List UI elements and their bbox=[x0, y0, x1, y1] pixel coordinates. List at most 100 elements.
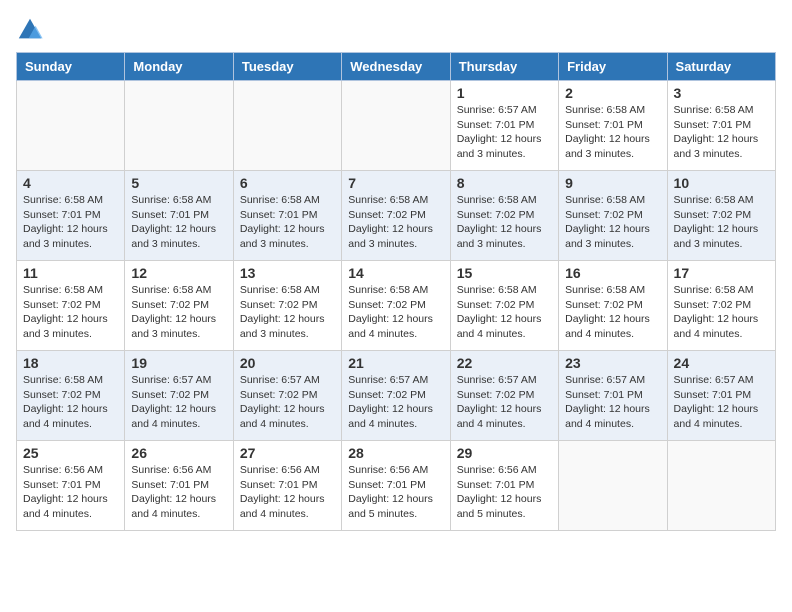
day-detail: Sunrise: 6:58 AM Sunset: 7:01 PM Dayligh… bbox=[674, 103, 769, 162]
day-number: 19 bbox=[131, 355, 226, 371]
day-number: 26 bbox=[131, 445, 226, 461]
day-detail: Sunrise: 6:58 AM Sunset: 7:02 PM Dayligh… bbox=[674, 193, 769, 252]
day-number: 22 bbox=[457, 355, 552, 371]
day-number: 20 bbox=[240, 355, 335, 371]
day-detail: Sunrise: 6:57 AM Sunset: 7:01 PM Dayligh… bbox=[674, 373, 769, 432]
calendar-day-cell: 10 Sunrise: 6:58 AM Sunset: 7:02 PM Dayli… bbox=[667, 171, 775, 261]
logo-icon bbox=[16, 16, 44, 44]
weekday-header-monday: Monday bbox=[125, 53, 233, 81]
day-detail: Sunrise: 6:58 AM Sunset: 7:02 PM Dayligh… bbox=[674, 283, 769, 342]
day-detail: Sunrise: 6:58 AM Sunset: 7:01 PM Dayligh… bbox=[240, 193, 335, 252]
calendar-day-cell: 8 Sunrise: 6:58 AM Sunset: 7:02 PM Daylig… bbox=[450, 171, 558, 261]
day-detail: Sunrise: 6:56 AM Sunset: 7:01 PM Dayligh… bbox=[23, 463, 118, 522]
weekday-header-sunday: Sunday bbox=[17, 53, 125, 81]
calendar-week-row: 4 Sunrise: 6:58 AM Sunset: 7:01 PM Daylig… bbox=[17, 171, 776, 261]
calendar-day-cell: 25 Sunrise: 6:56 AM Sunset: 7:01 PM Dayli… bbox=[17, 441, 125, 531]
calendar-day-cell bbox=[125, 81, 233, 171]
day-detail: Sunrise: 6:58 AM Sunset: 7:02 PM Dayligh… bbox=[240, 283, 335, 342]
day-number: 11 bbox=[23, 265, 118, 281]
day-number: 27 bbox=[240, 445, 335, 461]
day-detail: Sunrise: 6:56 AM Sunset: 7:01 PM Dayligh… bbox=[457, 463, 552, 522]
logo bbox=[16, 16, 52, 44]
calendar-day-cell: 28 Sunrise: 6:56 AM Sunset: 7:01 PM Dayli… bbox=[342, 441, 450, 531]
day-detail: Sunrise: 6:57 AM Sunset: 7:02 PM Dayligh… bbox=[348, 373, 443, 432]
weekday-header-wednesday: Wednesday bbox=[342, 53, 450, 81]
calendar-day-cell: 13 Sunrise: 6:58 AM Sunset: 7:02 PM Dayli… bbox=[233, 261, 341, 351]
day-number: 23 bbox=[565, 355, 660, 371]
calendar-day-cell bbox=[233, 81, 341, 171]
day-number: 8 bbox=[457, 175, 552, 191]
calendar-day-cell: 16 Sunrise: 6:58 AM Sunset: 7:02 PM Dayli… bbox=[559, 261, 667, 351]
calendar-week-row: 18 Sunrise: 6:58 AM Sunset: 7:02 PM Dayli… bbox=[17, 351, 776, 441]
calendar-day-cell: 2Sunrise: 6:58 AM Sunset: 7:01 PM Daylig… bbox=[559, 81, 667, 171]
calendar-day-cell: 9Sunrise: 6:58 AM Sunset: 7:02 PM Daylig… bbox=[559, 171, 667, 261]
calendar-day-cell: 26 Sunrise: 6:56 AM Sunset: 7:01 PM Dayli… bbox=[125, 441, 233, 531]
calendar-day-cell bbox=[559, 441, 667, 531]
calendar-day-cell: 12 Sunrise: 6:58 AM Sunset: 7:02 PM Dayli… bbox=[125, 261, 233, 351]
calendar-day-cell: 27Sunrise: 6:56 AM Sunset: 7:01 PM Dayli… bbox=[233, 441, 341, 531]
day-number: 15 bbox=[457, 265, 552, 281]
day-detail: Sunrise: 6:56 AM Sunset: 7:01 PM Dayligh… bbox=[131, 463, 226, 522]
day-number: 29 bbox=[457, 445, 552, 461]
day-number: 28 bbox=[348, 445, 443, 461]
day-number: 6 bbox=[240, 175, 335, 191]
day-number: 3 bbox=[674, 85, 769, 101]
day-detail: Sunrise: 6:58 AM Sunset: 7:02 PM Dayligh… bbox=[348, 283, 443, 342]
calendar-week-row: 11 Sunrise: 6:58 AM Sunset: 7:02 PM Dayli… bbox=[17, 261, 776, 351]
calendar-day-cell: 3 Sunrise: 6:58 AM Sunset: 7:01 PM Daylig… bbox=[667, 81, 775, 171]
day-number: 7 bbox=[348, 175, 443, 191]
day-number: 24 bbox=[674, 355, 769, 371]
calendar-day-cell: 24 Sunrise: 6:57 AM Sunset: 7:01 PM Dayli… bbox=[667, 351, 775, 441]
day-detail: Sunrise: 6:57 AM Sunset: 7:02 PM Dayligh… bbox=[457, 373, 552, 432]
calendar-day-cell: 1 Sunrise: 6:57 AM Sunset: 7:01 PM Daylig… bbox=[450, 81, 558, 171]
calendar-day-cell: 15 Sunrise: 6:58 AM Sunset: 7:02 PM Dayli… bbox=[450, 261, 558, 351]
page-header bbox=[16, 16, 776, 44]
day-number: 21 bbox=[348, 355, 443, 371]
day-number: 25 bbox=[23, 445, 118, 461]
calendar-day-cell: 6 Sunrise: 6:58 AM Sunset: 7:01 PM Daylig… bbox=[233, 171, 341, 261]
day-detail: Sunrise: 6:57 AM Sunset: 7:01 PM Dayligh… bbox=[457, 103, 552, 162]
calendar-day-cell bbox=[667, 441, 775, 531]
calendar-day-cell bbox=[342, 81, 450, 171]
day-number: 5 bbox=[131, 175, 226, 191]
day-number: 14 bbox=[348, 265, 443, 281]
day-detail: Sunrise: 6:58 AM Sunset: 7:01 PM Dayligh… bbox=[23, 193, 118, 252]
day-detail: Sunrise: 6:58 AM Sunset: 7:02 PM Dayligh… bbox=[565, 283, 660, 342]
day-detail: Sunrise: 6:58 AM Sunset: 7:02 PM Dayligh… bbox=[457, 283, 552, 342]
day-number: 18 bbox=[23, 355, 118, 371]
calendar-day-cell: 17 Sunrise: 6:58 AM Sunset: 7:02 PM Dayli… bbox=[667, 261, 775, 351]
calendar-day-cell: 19Sunrise: 6:57 AM Sunset: 7:02 PM Dayli… bbox=[125, 351, 233, 441]
calendar-day-cell: 23 Sunrise: 6:57 AM Sunset: 7:01 PM Dayli… bbox=[559, 351, 667, 441]
weekday-header-thursday: Thursday bbox=[450, 53, 558, 81]
calendar-day-cell: 14 Sunrise: 6:58 AM Sunset: 7:02 PM Dayli… bbox=[342, 261, 450, 351]
day-detail: Sunrise: 6:58 AM Sunset: 7:02 PM Dayligh… bbox=[457, 193, 552, 252]
day-number: 17 bbox=[674, 265, 769, 281]
day-detail: Sunrise: 6:58 AM Sunset: 7:02 PM Dayligh… bbox=[23, 283, 118, 342]
calendar-table: SundayMondayTuesdayWednesdayThursdayFrid… bbox=[16, 52, 776, 531]
day-number: 1 bbox=[457, 85, 552, 101]
calendar-day-cell: 21 Sunrise: 6:57 AM Sunset: 7:02 PM Dayli… bbox=[342, 351, 450, 441]
calendar-day-cell: 18 Sunrise: 6:58 AM Sunset: 7:02 PM Dayli… bbox=[17, 351, 125, 441]
calendar-day-cell: 5Sunrise: 6:58 AM Sunset: 7:01 PM Daylig… bbox=[125, 171, 233, 261]
day-number: 12 bbox=[131, 265, 226, 281]
calendar-day-cell: 29 Sunrise: 6:56 AM Sunset: 7:01 PM Dayli… bbox=[450, 441, 558, 531]
day-number: 10 bbox=[674, 175, 769, 191]
day-number: 16 bbox=[565, 265, 660, 281]
weekday-header-tuesday: Tuesday bbox=[233, 53, 341, 81]
day-detail: Sunrise: 6:58 AM Sunset: 7:02 PM Dayligh… bbox=[348, 193, 443, 252]
calendar-day-cell: 7 Sunrise: 6:58 AM Sunset: 7:02 PM Daylig… bbox=[342, 171, 450, 261]
calendar-day-cell: 22 Sunrise: 6:57 AM Sunset: 7:02 PM Dayli… bbox=[450, 351, 558, 441]
day-number: 4 bbox=[23, 175, 118, 191]
calendar-week-row: 25 Sunrise: 6:56 AM Sunset: 7:01 PM Dayli… bbox=[17, 441, 776, 531]
day-detail: Sunrise: 6:58 AM Sunset: 7:02 PM Dayligh… bbox=[23, 373, 118, 432]
day-detail: Sunrise: 6:56 AM Sunset: 7:01 PM Dayligh… bbox=[348, 463, 443, 522]
weekday-header-friday: Friday bbox=[559, 53, 667, 81]
day-detail: Sunrise: 6:57 AM Sunset: 7:01 PM Dayligh… bbox=[565, 373, 660, 432]
calendar-week-row: 1 Sunrise: 6:57 AM Sunset: 7:01 PM Daylig… bbox=[17, 81, 776, 171]
day-number: 2 bbox=[565, 85, 660, 101]
day-number: 13 bbox=[240, 265, 335, 281]
day-number: 9 bbox=[565, 175, 660, 191]
day-detail: Sunrise: 6:58 AM Sunset: 7:02 PM Dayligh… bbox=[131, 283, 226, 342]
calendar-day-cell: 20Sunrise: 6:57 AM Sunset: 7:02 PM Dayli… bbox=[233, 351, 341, 441]
calendar-day-cell: 11 Sunrise: 6:58 AM Sunset: 7:02 PM Dayli… bbox=[17, 261, 125, 351]
